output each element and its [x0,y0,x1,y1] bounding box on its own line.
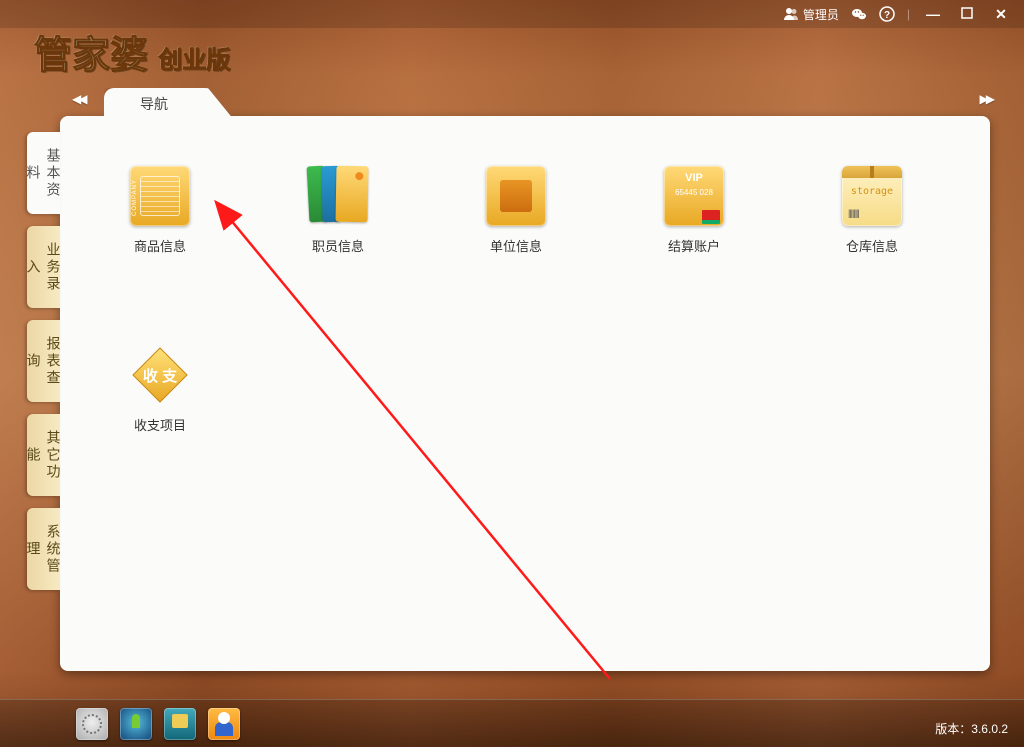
product-info-icon [130,166,190,226]
launcher-grid: 商品信息 职员信息 单位信息 结算账户 [120,166,930,434]
item-label: 收支项目 [134,415,186,434]
dock-data-icon[interactable] [164,708,196,740]
side-tab-strip: 基本资料 业务录入 报表查询 其它功能 系统管理 [27,132,60,602]
sidetab-business-entry[interactable]: 业务录入 [27,226,60,308]
sidetab-report-query[interactable]: 报表查询 [27,320,60,402]
app-logo: 管家婆 创业版 [34,24,230,79]
item-unit-info[interactable]: 单位信息 [476,166,556,255]
unit-info-icon [486,166,546,226]
item-label: 职员信息 [312,236,364,255]
user-icon [783,6,799,22]
item-label: 结算账户 [668,236,720,255]
maximize-button[interactable] [956,6,978,22]
user-role-label: 管理员 [803,6,839,23]
dock-globe-icon[interactable] [120,708,152,740]
income-expense-icon: 收 支 [130,345,190,405]
account-icon [664,166,724,226]
content-area: 商品信息 职员信息 单位信息 结算账户 [60,116,990,484]
item-staff-info[interactable]: 职员信息 [298,166,378,255]
tabs-scroll-left[interactable]: ◀◀ [72,92,84,106]
sidetab-other-functions[interactable]: 其它功能 [27,414,60,496]
item-warehouse-info[interactable]: 仓库信息 [832,166,912,255]
item-income-expense[interactable]: 收 支 收支项目 [120,345,200,434]
dock-settings-icon[interactable] [76,708,108,740]
logo-sub: 创业版 [158,47,230,74]
bottom-bar: 版本：3.6.0.2 [0,699,1024,747]
item-product-info[interactable]: 商品信息 [120,166,200,255]
close-button[interactable]: ✕ [990,6,1012,23]
app-window: 管理员 ? | — ✕ 管家婆 创业版 ◀◀ ▶▶ 导航 基本资料 业务录入 报… [0,0,1024,747]
svg-text:收 支: 收 支 [143,367,178,385]
staff-info-icon [308,166,368,226]
tab-label: 导航 [140,94,168,114]
item-label: 商品信息 [134,236,186,255]
version-label: 版本：3.6.0.2 [935,720,1008,737]
item-label: 仓库信息 [846,236,898,255]
sidetab-basic-data[interactable]: 基本资料 [27,132,60,214]
wechat-icon[interactable] [851,6,867,22]
sidetab-system-management[interactable]: 系统管理 [27,508,60,590]
dock-user-icon[interactable] [208,708,240,740]
tabs-scroll-right[interactable]: ▶▶ [980,92,992,106]
help-icon[interactable]: ? [879,6,895,22]
dock [16,708,240,740]
main-panel: ◀◀ ▶▶ 导航 基本资料 业务录入 报表查询 其它功能 系统管理 商品信息 [60,116,990,671]
minimize-button[interactable]: — [922,6,944,22]
item-label: 单位信息 [490,236,542,255]
tab-navigation[interactable]: 导航 [104,88,234,120]
logo-main: 管家婆 [34,24,148,79]
item-settlement-account[interactable]: 结算账户 [654,166,734,255]
warehouse-icon [842,166,902,226]
user-indicator[interactable]: 管理员 [783,6,839,23]
svg-text:?: ? [884,10,890,21]
